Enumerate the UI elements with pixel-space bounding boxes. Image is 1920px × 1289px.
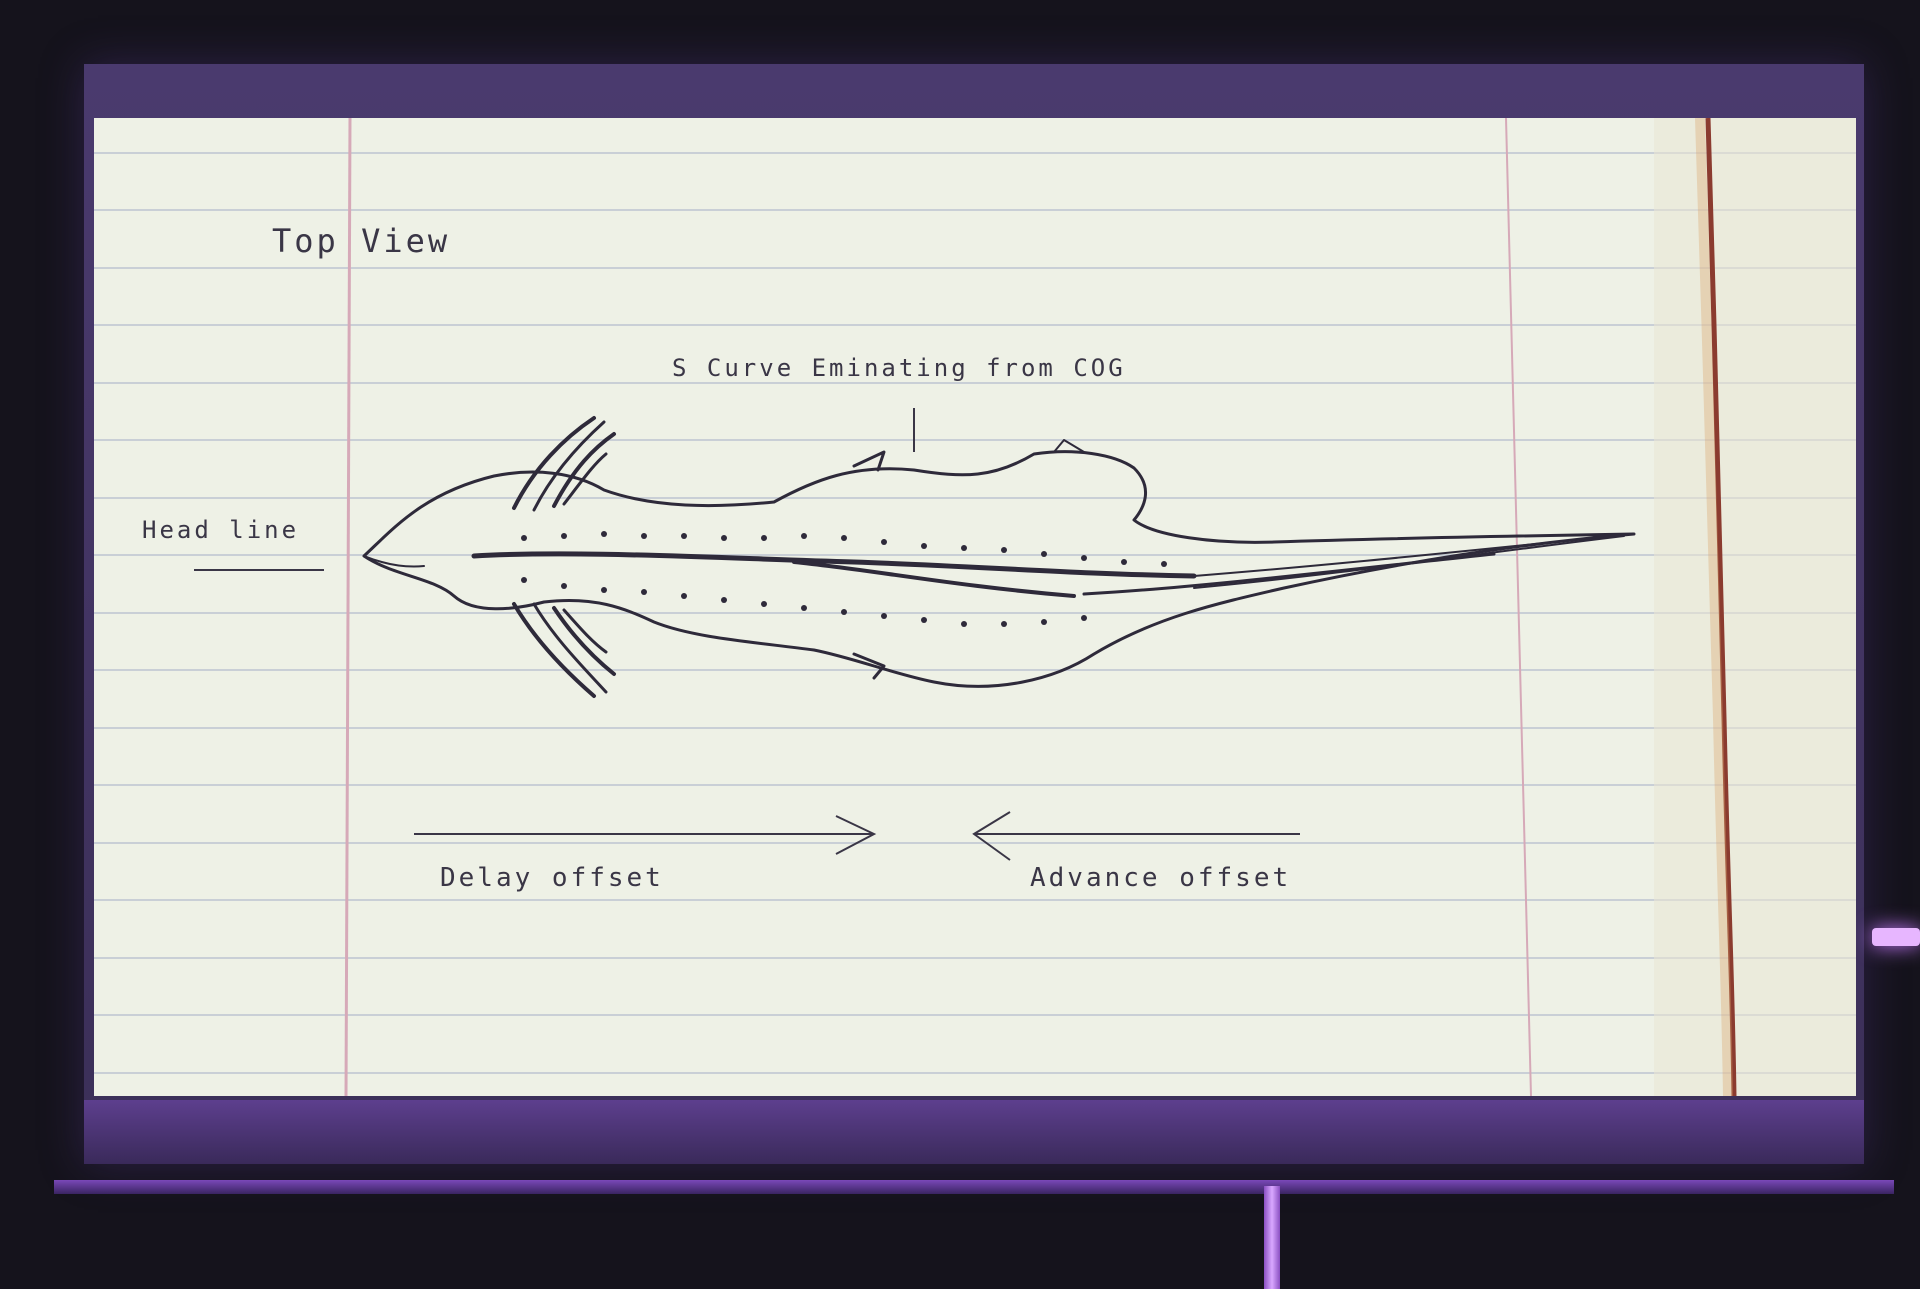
presentation-room: Top View S Curve Eminating from COG Head… bbox=[0, 0, 1920, 1289]
delay-offset-arrow bbox=[414, 815, 877, 855]
advance-offset-label: Advance offset bbox=[1030, 863, 1291, 893]
head-line-label: Head line bbox=[142, 516, 299, 544]
notebook-sketch: Top View S Curve Eminating from COG Head… bbox=[94, 118, 1856, 1096]
projected-slide: Top View S Curve Eminating from COG Head… bbox=[94, 118, 1856, 1096]
cog-annotation: S Curve Eminating from COG bbox=[672, 354, 1126, 382]
screen-stand bbox=[1264, 1186, 1280, 1289]
screen-bottom-band bbox=[84, 1100, 1864, 1164]
left-margin-line bbox=[344, 118, 352, 1096]
stage-rail bbox=[54, 1180, 1894, 1194]
led-light bbox=[1872, 928, 1920, 946]
fish-sketch bbox=[362, 416, 1636, 698]
paper-edge-shade bbox=[1654, 118, 1856, 1096]
ruled-lines bbox=[94, 152, 1856, 1074]
slide-title: Top View bbox=[272, 222, 450, 260]
right-margin-line bbox=[1505, 118, 1532, 1096]
advance-offset-arrow bbox=[972, 811, 1300, 861]
delay-offset-label: Delay offset bbox=[440, 863, 664, 893]
